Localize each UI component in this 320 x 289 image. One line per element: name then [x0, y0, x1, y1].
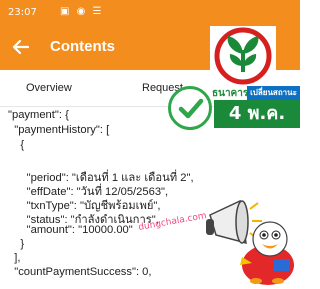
arrow-left-icon[interactable] — [10, 35, 32, 59]
code-line: { — [8, 139, 25, 151]
status-time: 23:07 — [8, 7, 37, 18]
code-line: "amount": "10000.00" — [8, 224, 133, 236]
status-icons: ▣ ◉ ☰ — [60, 6, 104, 17]
mascot-megaphone-illustration — [206, 195, 300, 285]
page-title: Contents — [50, 38, 115, 55]
code-line: "payment": { — [8, 109, 69, 121]
status-bar: 23:07 ▣ ◉ ☰ — [0, 0, 300, 26]
code-line: ], — [8, 252, 21, 264]
tab-overview[interactable]: Overview — [26, 82, 72, 94]
check-icon — [168, 86, 212, 130]
code-line: "paymentHistory": [ — [8, 124, 110, 136]
date-banner: 4 พ.ค. — [214, 100, 300, 128]
code-line: } — [8, 238, 25, 250]
code-line: "countPaymentSuccess": 0, — [8, 266, 152, 278]
kbank-logo — [210, 26, 276, 86]
status-change-tag: เปลี่ยนสถานะ — [247, 86, 300, 100]
